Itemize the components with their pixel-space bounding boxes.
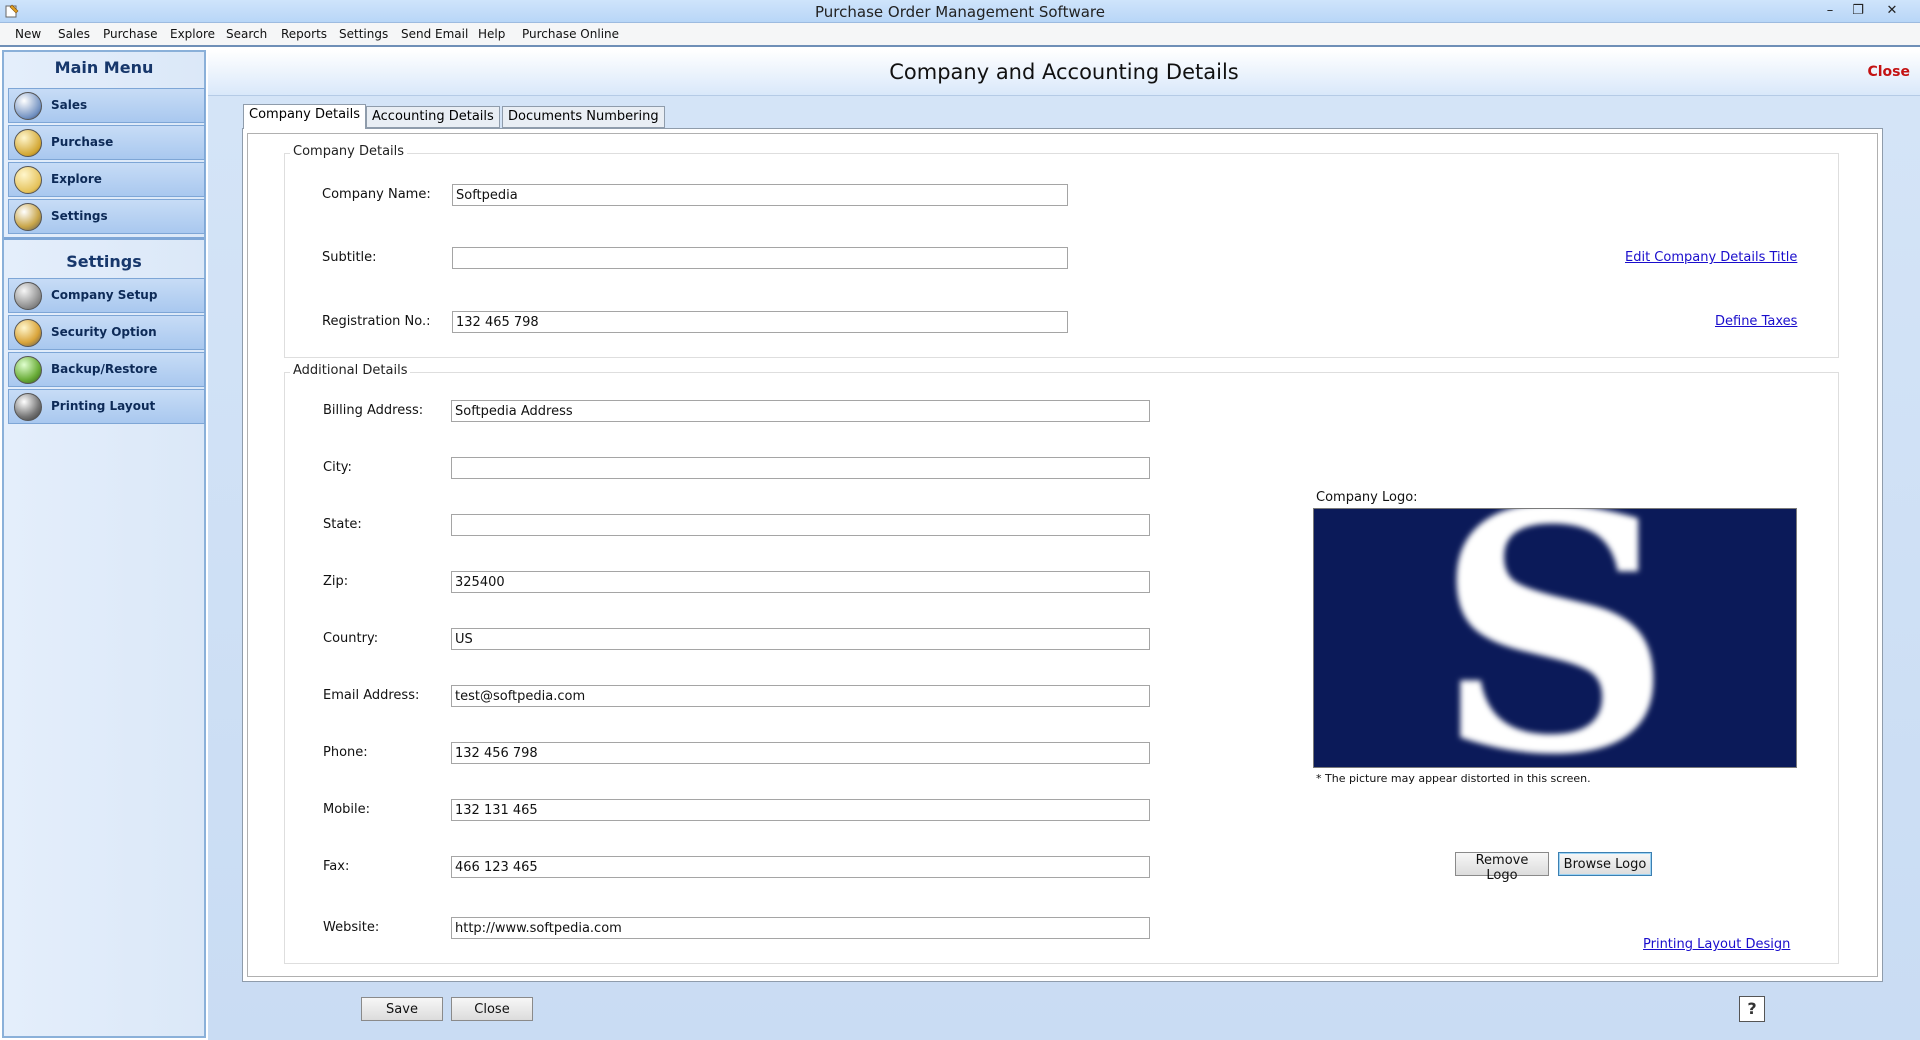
menu-help[interactable]: Help [478,27,505,41]
sidebar-item-label: Company Setup [51,288,158,302]
menu-purchase[interactable]: Purchase [103,27,158,41]
tab-accounting-details[interactable]: Accounting Details [366,106,500,128]
chart-icon [14,92,42,120]
printer-icon [14,393,42,421]
browse-logo-button[interactable]: Browse Logo [1558,852,1652,876]
country-label: Country: [323,631,379,646]
sidebar-item-company-setup[interactable]: Company Setup [8,278,205,313]
registration-input[interactable] [452,311,1068,333]
fax-label: Fax: [323,859,350,874]
company-logo-label: Company Logo: [1316,490,1418,505]
billing-address-label: Billing Address: [323,403,424,418]
company-logo-image: S [1313,508,1797,768]
mobile-input[interactable] [451,799,1150,821]
edit-company-details-title-link[interactable]: Edit Company Details Title [1625,250,1797,265]
tab-documents-numbering[interactable]: Documents Numbering [502,106,665,128]
company-name-input[interactable] [452,184,1068,206]
mobile-label: Mobile: [323,802,371,817]
email-label: Email Address: [323,688,420,703]
sidebar-item-security-option[interactable]: Security Option [8,315,205,350]
minimize-icon[interactable]: – [1816,1,1844,21]
state-input[interactable] [451,514,1150,536]
registration-label: Registration No.: [322,314,431,329]
main-menu-title: Main Menu [54,58,154,77]
sidebar-item-purchase[interactable]: Purchase [8,125,205,160]
backup-icon [14,356,42,384]
sidebar-item-settings[interactable]: Settings [8,199,205,234]
define-taxes-link[interactable]: Define Taxes [1715,314,1797,329]
city-label: City: [323,460,352,475]
menu-purchase-online[interactable]: Purchase Online [522,27,619,41]
sidebar-item-backup-restore[interactable]: Backup/Restore [8,352,205,387]
menu-send-email[interactable]: Send Email [401,27,468,41]
sidebar-divider [4,237,204,240]
menu-new[interactable]: New [15,27,41,41]
window-title: Purchase Order Management Software [815,3,1105,21]
sidebar-item-explore[interactable]: Explore [8,162,205,197]
close-button[interactable]: Close [451,997,533,1021]
sidebar-item-label: Sales [51,98,88,112]
billing-address-input[interactable] [451,400,1150,422]
subtitle-label: Subtitle: [322,250,377,265]
city-input[interactable] [451,457,1150,479]
company-details-group-title: Company Details [290,144,408,159]
menu-reports[interactable]: Reports [281,27,327,41]
page-header: Company and Accounting Details Close [208,50,1920,96]
website-label: Website: [323,920,380,935]
sidebar-item-label: Security Option [51,325,157,339]
logo-graphic: S [1435,509,1673,768]
logo-note: * The picture may appear distorted in th… [1316,772,1591,785]
subtitle-input[interactable] [452,247,1068,269]
menu-settings[interactable]: Settings [339,27,388,41]
menu-sales[interactable]: Sales [58,27,90,41]
sidebar-item-printing-layout[interactable]: Printing Layout [8,389,205,424]
save-button[interactable]: Save [361,997,443,1021]
tab-company-details[interactable]: Company Details [243,104,367,129]
fax-input[interactable] [451,856,1150,878]
header-close-button[interactable]: Close [1867,64,1910,80]
zip-input[interactable] [451,571,1150,593]
sidebar: Main Menu Sales Purchase Explore Setting… [2,50,206,1038]
box-icon [14,129,42,157]
sidebar-item-sales[interactable]: Sales [8,88,205,123]
state-label: State: [323,517,362,532]
menu-explore[interactable]: Explore [170,27,215,41]
zip-label: Zip: [323,574,349,589]
help-icon[interactable]: ? [1739,996,1765,1022]
lock-icon [14,319,42,347]
sidebar-item-label: Backup/Restore [51,362,158,376]
phone-label: Phone: [323,745,368,760]
company-icon [14,282,42,310]
folder-icon [14,166,42,194]
restore-icon[interactable]: ❐ [1844,1,1872,21]
additional-details-group-title: Additional Details [290,363,411,378]
company-name-label: Company Name: [322,187,431,202]
title-bar: Purchase Order Management Software – ❐ ✕ [0,0,1920,23]
sidebar-item-label: Explore [51,172,102,186]
printing-layout-design-link[interactable]: Printing Layout Design [1643,937,1790,952]
sidebar-item-label: Printing Layout [51,399,156,413]
phone-input[interactable] [451,742,1150,764]
sidebar-item-label: Purchase [51,135,114,149]
remove-logo-button[interactable]: Remove Logo [1455,852,1549,883]
menu-search[interactable]: Search [226,27,267,41]
website-input[interactable] [451,917,1150,939]
page-title: Company and Accounting Details [889,60,1239,84]
email-input[interactable] [451,685,1150,707]
close-window-icon[interactable]: ✕ [1878,1,1906,21]
sidebar-item-label: Settings [51,209,108,223]
logo-letter: S [1435,509,1673,768]
country-input[interactable] [451,628,1150,650]
menu-bar: New Sales Purchase Explore Search Report… [0,23,1920,47]
gear-icon [14,203,42,231]
settings-title: Settings [66,252,142,271]
